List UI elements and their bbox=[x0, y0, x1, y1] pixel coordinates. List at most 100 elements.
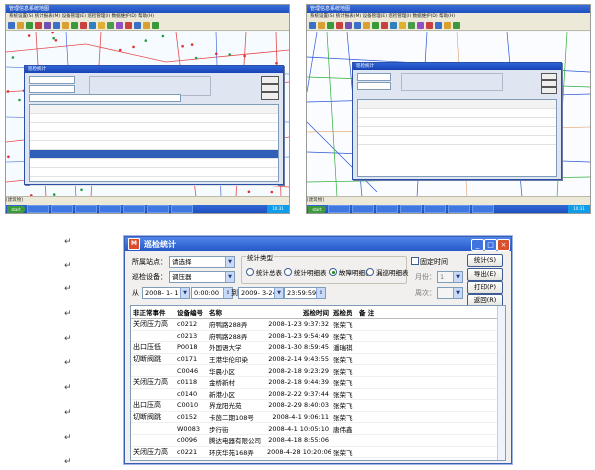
map-marker[interactable] bbox=[190, 43, 194, 46]
chevron-down-icon[interactable]: ▼ bbox=[225, 257, 234, 267]
table-row[interactable]: 出口压低 P0018 外国语大学 2008-1-30 8:59:45 潘瑞祺 bbox=[131, 341, 505, 354]
map-marker[interactable] bbox=[270, 190, 274, 194]
radio-dot-selected[interactable] bbox=[329, 268, 337, 276]
column-header[interactable]: 设备编号 bbox=[175, 306, 207, 319]
toolbar-icon[interactable] bbox=[71, 21, 78, 29]
toolbar-icon[interactable] bbox=[381, 21, 388, 29]
toolbar-icon[interactable] bbox=[309, 21, 316, 29]
to-time-input[interactable]: 23:59:59 ⇕ bbox=[284, 287, 326, 299]
toolbar-icon[interactable] bbox=[62, 21, 69, 29]
toolbar-icon[interactable] bbox=[89, 21, 96, 29]
toolbar-icon[interactable] bbox=[444, 21, 451, 29]
map-marker[interactable] bbox=[51, 32, 54, 34]
spin-icon[interactable]: ⇕ bbox=[316, 288, 325, 298]
radio-dot[interactable] bbox=[246, 268, 254, 276]
toolbar-icon[interactable] bbox=[399, 21, 406, 29]
radio-summary[interactable]: 统计总表 bbox=[246, 267, 282, 277]
map-marker[interactable] bbox=[181, 44, 184, 48]
device-select[interactable]: 调压器 ▼ bbox=[169, 271, 235, 283]
print-button[interactable]: 打印(P) bbox=[467, 281, 503, 294]
right-map-canvas[interactable]: 巡检统计 bbox=[307, 32, 590, 197]
toolbar-icon[interactable] bbox=[98, 21, 105, 29]
column-header[interactable]: 非正常事件 bbox=[131, 306, 175, 319]
map-marker[interactable] bbox=[132, 45, 135, 49]
chevron-down-icon[interactable]: ▼ bbox=[225, 272, 234, 282]
map-marker[interactable] bbox=[228, 53, 231, 56]
map-marker[interactable] bbox=[7, 155, 10, 159]
toolbar-icon[interactable] bbox=[80, 21, 87, 29]
toolbar-icon[interactable] bbox=[453, 21, 460, 29]
map-marker[interactable] bbox=[54, 39, 58, 42]
from-time-input[interactable]: 0:00:00 ⇕ bbox=[191, 287, 233, 299]
toolbar-icon[interactable] bbox=[327, 21, 334, 29]
table-row[interactable]: 关闭压力高 c0212 府鸭路288弄 2008-1-23 9:37:32 张荣飞 bbox=[131, 318, 505, 331]
map-marker[interactable] bbox=[27, 34, 31, 37]
toolbar-icon[interactable] bbox=[426, 21, 433, 29]
map-marker[interactable] bbox=[144, 39, 148, 42]
map-marker[interactable] bbox=[194, 56, 198, 60]
toolbar-icon[interactable] bbox=[26, 21, 33, 29]
left-map-canvas[interactable]: 巡检统计 bbox=[6, 32, 289, 197]
table-row[interactable]: c0213 府鸭路288弄 2008-1-23 9:54:49 张荣飞 bbox=[131, 330, 505, 343]
radio-dot[interactable] bbox=[366, 268, 374, 276]
to-date-picker[interactable]: 2009- 3-24 ▼ bbox=[238, 287, 284, 299]
toolbar-icon[interactable] bbox=[408, 21, 415, 29]
toolbar-icon[interactable] bbox=[8, 21, 15, 29]
map-marker[interactable] bbox=[161, 34, 165, 38]
export-button[interactable]: 导出(E) bbox=[467, 268, 503, 281]
chevron-down-icon[interactable]: ▼ bbox=[180, 288, 189, 298]
toolbar-icon[interactable] bbox=[17, 21, 24, 29]
table-row[interactable]: W0083 步行街 2008-4-1 10:05:10 唐伟鑫 bbox=[131, 422, 505, 435]
minimize-icon[interactable]: _ bbox=[471, 239, 484, 251]
toolbar-icon[interactable] bbox=[134, 21, 141, 29]
toolbar-icon[interactable] bbox=[372, 21, 379, 29]
table-row[interactable]: 关闭压力高 c0221 环庆华苑168弄 2008-4-28 10:20:06 张荣飞 bbox=[131, 446, 505, 459]
toolbar-icon[interactable] bbox=[363, 21, 370, 29]
map-marker[interactable] bbox=[80, 188, 83, 192]
chevron-down-icon[interactable]: ▼ bbox=[453, 272, 462, 282]
chevron-down-icon[interactable]: ▼ bbox=[453, 288, 462, 298]
week-select[interactable]: ▼ bbox=[437, 287, 463, 299]
toolbar-icon[interactable] bbox=[417, 21, 424, 29]
toolbar-icon[interactable] bbox=[336, 21, 343, 29]
table-row[interactable]: C0016连东小区2008-4-28 11:00:16张荣飞 bbox=[131, 457, 505, 460]
chevron-down-icon[interactable]: ▼ bbox=[274, 288, 283, 298]
toolbar-icon[interactable] bbox=[345, 21, 352, 29]
map-marker[interactable] bbox=[243, 54, 246, 58]
map-marker[interactable] bbox=[215, 52, 218, 56]
month-select[interactable]: 1 ▼ bbox=[437, 271, 463, 283]
close-icon[interactable]: × bbox=[497, 239, 510, 251]
from-date-picker[interactable]: 2008- 1- 1 ▼ bbox=[142, 287, 190, 299]
station-select[interactable]: 请选择 ▼ bbox=[169, 256, 235, 268]
dialog-title-bar[interactable]: M 巡检统计 _ □ × bbox=[125, 237, 511, 251]
map-marker[interactable] bbox=[52, 36, 55, 40]
right-menu-bar[interactable]: 系统设置(S) 统计报表(M) 设备管理(E) 巡检管理(I) 数据维护(D) … bbox=[307, 13, 590, 20]
toolbar-icon[interactable] bbox=[44, 21, 51, 29]
table-row[interactable]: 切断阀跳 c0171 王港华伦印染 2008-2-14 9:43:55 张荣飞 bbox=[131, 353, 505, 366]
toolbar-icon[interactable] bbox=[152, 21, 159, 29]
results-grid[interactable]: 非正常事件 设备编号 名称 巡检时间 巡检员 备 注 关闭压力高 c0212 府鸭路… bbox=[130, 305, 506, 461]
radio-dot[interactable] bbox=[284, 268, 292, 276]
toolbar-icon[interactable] bbox=[318, 21, 325, 29]
column-header[interactable]: 名称 bbox=[207, 306, 265, 319]
map-marker[interactable] bbox=[11, 56, 15, 59]
map-marker[interactable] bbox=[118, 48, 122, 52]
toolbar-icon[interactable] bbox=[116, 21, 123, 29]
left-menu-bar[interactable]: 系统设置(S) 统计报表(M) 设备管理(E) 巡检管理(I) 数据维护(D) … bbox=[6, 13, 289, 20]
map-marker[interactable] bbox=[18, 98, 21, 102]
left-start-button[interactable]: start bbox=[7, 205, 25, 213]
toolbar-icon[interactable] bbox=[143, 21, 150, 29]
radio-detail[interactable]: 统计明细表 bbox=[284, 267, 327, 277]
toolbar-icon[interactable] bbox=[125, 21, 132, 29]
table-row[interactable]: C0046 华晨小区 2008-2-18 9:23:29 张荣飞 bbox=[131, 364, 505, 377]
table-row[interactable]: c0140 新港小区 2008-2-22 9:37:44 张荣飞 bbox=[131, 388, 505, 401]
radio-missed-detail[interactable]: 漏巡明细表 bbox=[366, 267, 409, 277]
toolbar-icon[interactable] bbox=[53, 21, 60, 29]
table-row[interactable]: c0096 腾达电器有限公司 2008-4-18 8:55:06 bbox=[131, 434, 505, 447]
toolbar-icon[interactable] bbox=[35, 21, 42, 29]
table-row[interactable]: 切断阀跳 c0152 卡茵二期108号 2008-4-1 9:06:11 张荣飞 bbox=[131, 411, 505, 424]
table-row[interactable]: 出口压高 C0010 界龙阳光苑 2008-2-29 8:40:03 张荣飞 bbox=[131, 399, 505, 412]
column-header[interactable]: 巡检时间 bbox=[265, 306, 331, 319]
right-start-button[interactable]: start bbox=[308, 205, 326, 213]
fixed-time-checkbox[interactable] bbox=[411, 257, 419, 265]
